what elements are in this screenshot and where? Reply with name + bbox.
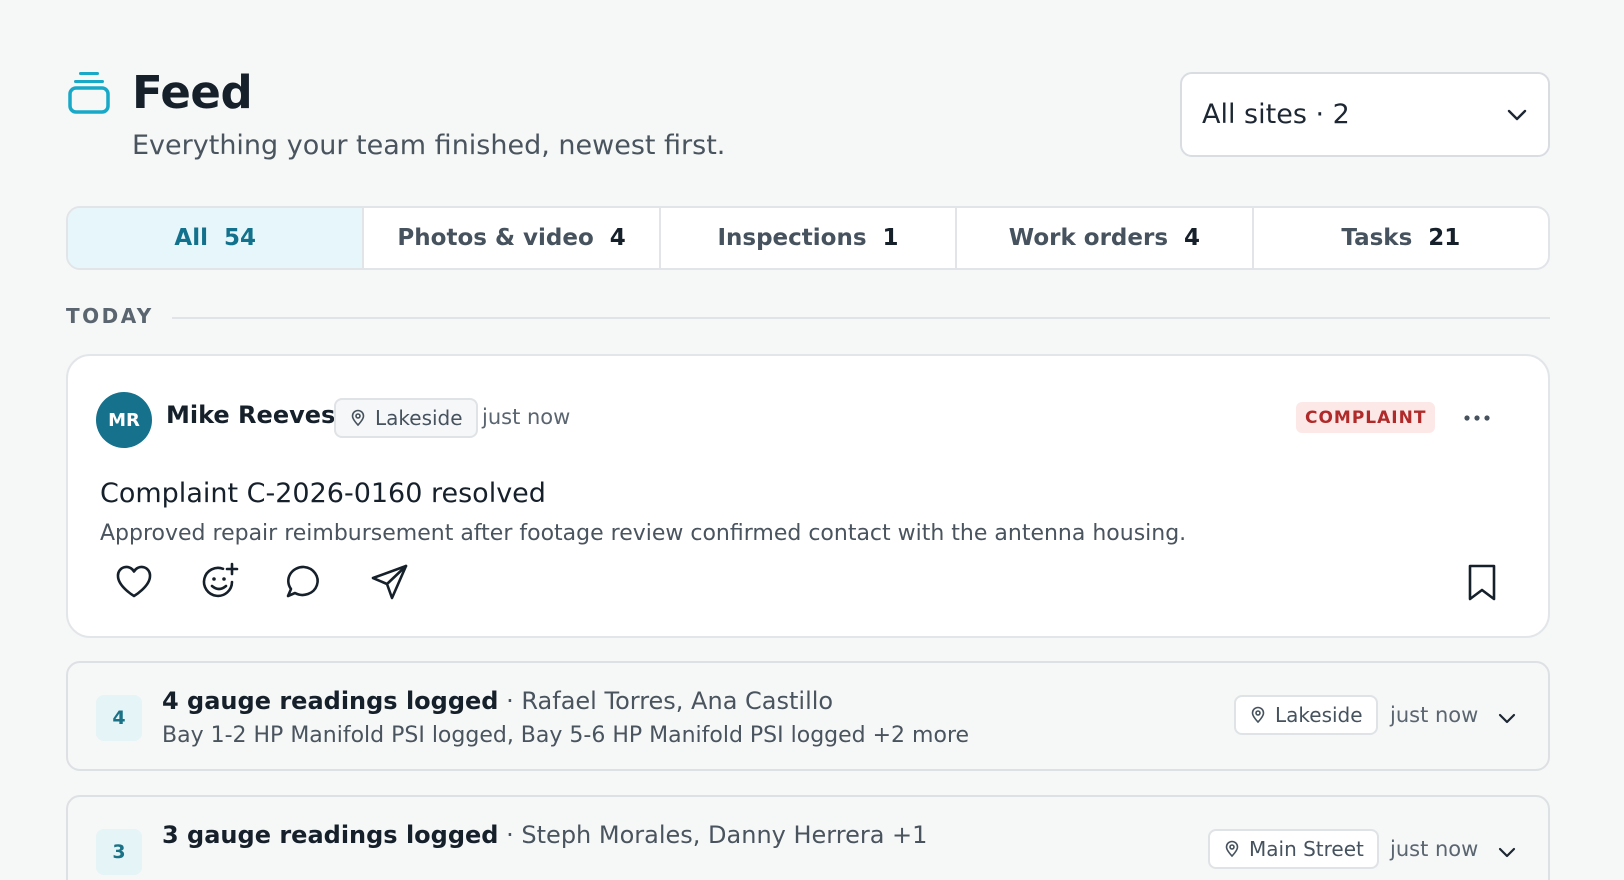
heart-icon [116,565,152,598]
tab-count: 1 [882,225,899,251]
post-description: Approved repair reimbursement after foot… [100,521,1187,546]
site-chip-label: Lakeside [1275,703,1363,727]
group-summary: Bay 1-2 HP Manifold PSI logged, Bay 5-6 … [162,723,970,748]
tab-label: Photos & video [397,225,594,251]
tab-count: 4 [609,225,626,251]
add-reaction-icon [202,562,239,598]
section-label-today: TODAY [66,304,154,328]
stack-icon [68,72,110,114]
group-time: just now [1390,703,1479,727]
chevron-down-icon [1507,109,1527,120]
group-people: Rafael Torres, Ana Castillo [521,687,834,715]
post-time: just now [482,405,571,429]
grouped-activity-row[interactable]: 4 4 gauge readings logged · Rafael Torre… [66,661,1550,771]
filter-tabs: All 54 Photos & video 4 Inspections 1 Wo… [66,206,1550,270]
tab-count: 4 [1184,225,1201,251]
tab-label: Work orders [1008,225,1169,251]
group-separator: · [506,821,514,849]
tab-work-orders[interactable]: Work orders 4 [957,208,1254,268]
tab-count: 54 [223,225,256,251]
tab-count: 21 [1428,225,1461,251]
share-button[interactable] [368,560,412,604]
group-count-badge: 3 [96,829,142,875]
chevron-down-icon[interactable] [1496,841,1518,863]
site-chip-label: Main Street [1249,837,1364,861]
bookmark-button[interactable] [1460,560,1504,604]
location-pin-icon [351,409,365,427]
site-chip[interactable]: Main Street [1208,829,1379,869]
feed-page: Feed Everything your team finished, newe… [0,0,1624,880]
location-pin-icon [1225,840,1239,858]
post-title: Complaint C-2026-0160 resolved [100,478,546,509]
tab-inspections[interactable]: Inspections 1 [661,208,958,268]
more-options-icon[interactable] [1462,406,1492,430]
send-icon [371,564,408,600]
group-title: 3 gauge readings logged [162,821,499,849]
group-heading: 4 gauge readings logged · Rafael Torres,… [162,687,833,715]
tab-all[interactable]: All 54 [68,208,365,268]
group-count-badge: 4 [96,695,142,741]
comment-button[interactable] [282,560,326,604]
add-reaction-button[interactable] [197,560,241,604]
group-title: 4 gauge readings logged [162,687,499,715]
section-divider [172,317,1550,319]
group-time: just now [1390,837,1479,861]
tab-label: Inspections [717,225,867,251]
tab-tasks[interactable]: Tasks 21 [1254,208,1548,268]
tab-label: Tasks [1341,225,1413,251]
tab-photos-video[interactable]: Photos & video 4 [364,208,661,268]
feed-post-card: MR Mike Reeves Lakeside just now COMPLAI… [66,354,1550,638]
group-people: Steph Morales, Danny Herrera +1 [521,821,928,849]
status-badge: COMPLAINT [1296,402,1436,433]
like-button[interactable] [112,560,156,604]
group-separator: · [506,687,514,715]
page-title: Feed [132,66,253,119]
page-subtitle: Everything your team finished, newest fi… [132,130,726,161]
location-pin-icon [1251,706,1265,724]
site-filter-select[interactable]: All sites · 2 [1180,72,1550,157]
site-chip[interactable]: Lakeside [334,398,478,438]
tab-label: All [174,225,208,251]
site-filter-value: All sites · 2 [1202,99,1350,130]
grouped-activity-row[interactable]: 3 3 gauge readings logged · Steph Morale… [66,795,1550,880]
site-chip[interactable]: Lakeside [1234,695,1378,735]
author-name[interactable]: Mike Reeves [166,401,335,429]
chevron-down-icon[interactable] [1496,707,1518,729]
comment-icon [286,565,319,598]
site-chip-label: Lakeside [375,406,463,430]
avatar[interactable]: MR [96,392,152,448]
group-heading: 3 gauge readings logged · Steph Morales,… [162,821,927,849]
bookmark-icon [1468,564,1496,601]
